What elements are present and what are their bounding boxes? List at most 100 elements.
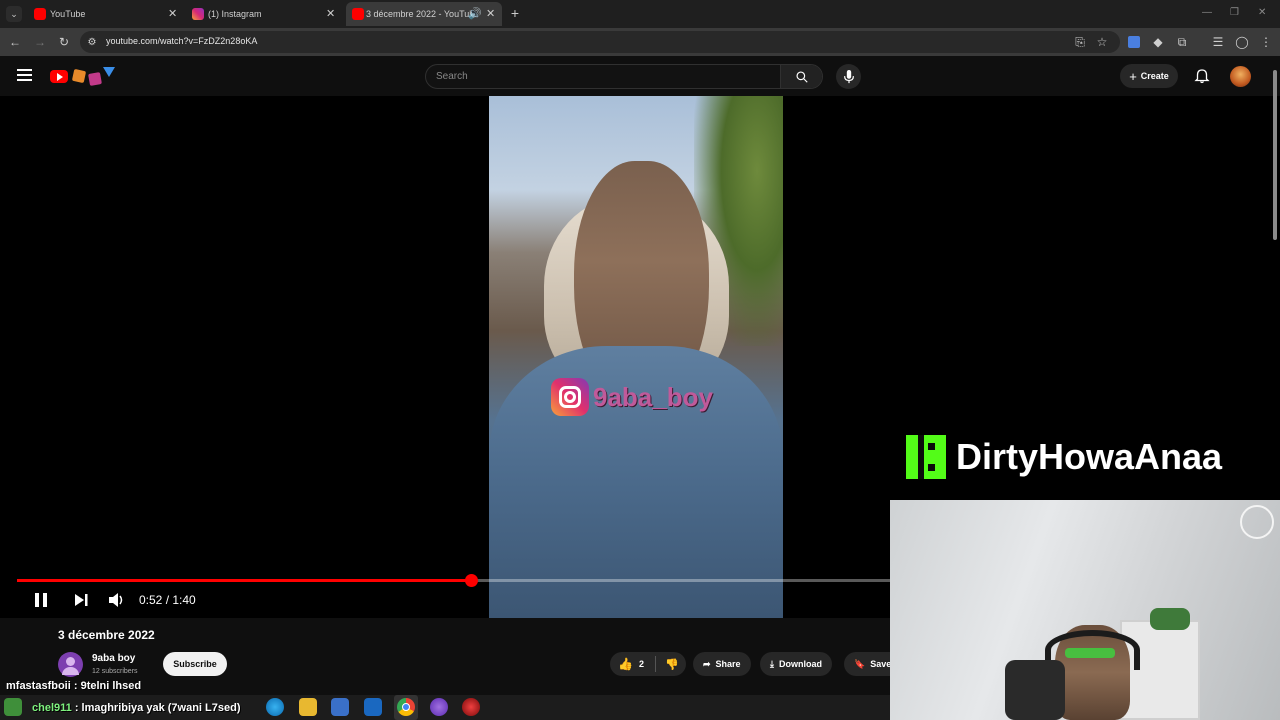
volume-button[interactable]: [108, 592, 126, 608]
app-icon[interactable]: [430, 698, 448, 716]
progress-played: [17, 579, 471, 582]
url-text: youtube.com/watch?v=FzDZ2n28oKA: [106, 36, 258, 46]
thumbs-down-icon: 👎: [664, 658, 679, 671]
create-button[interactable]: + Create: [1120, 64, 1178, 88]
like-count: 2: [638, 659, 644, 669]
webcam-feed: [890, 500, 1280, 720]
extension-icon[interactable]: ◆: [1150, 34, 1166, 50]
tab-title: 3 décembre 2022 - YouTub: [366, 9, 475, 19]
chat-message: mfastasfboii : 9telni lhsed: [6, 680, 141, 692]
maximize-icon[interactable]: ❐: [1230, 7, 1239, 18]
profile-icon[interactable]: ◯: [1234, 34, 1250, 50]
reading-list-icon[interactable]: ☰: [1210, 34, 1226, 50]
outlook-icon[interactable]: [364, 698, 382, 716]
address-bar[interactable]: ⚙ youtube.com/watch?v=FzDZ2n28oKA ⎘ ☆: [80, 31, 1120, 53]
subscriber-count: 12 subscribers: [92, 668, 138, 675]
watermark-handle: 9aba_boy: [593, 381, 713, 412]
save-label: Save: [870, 659, 890, 669]
voice-search-button[interactable]: [836, 64, 861, 89]
tab-search-dropdown[interactable]: ⌄: [6, 6, 22, 22]
share-icon: ➦: [703, 658, 711, 669]
subscribe-button[interactable]: Subscribe: [163, 652, 227, 676]
close-window-icon[interactable]: ✕: [1258, 7, 1266, 18]
share-button[interactable]: ➦ Share: [693, 652, 751, 676]
create-label: Create: [1140, 71, 1169, 81]
streamer-name: DirtyHowaAnaa: [956, 436, 1223, 477]
next-video-button[interactable]: [73, 592, 89, 608]
browser-toolbar: ← → ↻ ⚙ youtube.com/watch?v=FzDZ2n28oKA …: [0, 28, 1280, 56]
start-icon[interactable]: [4, 698, 22, 716]
tab-audio-icon[interactable]: 🔊: [468, 7, 482, 20]
channel-avatar[interactable]: [58, 652, 83, 677]
browser-tab-strip: ⌄ YouTube ✕ (1) Instagram ✕ 3 décembre 2…: [0, 0, 1280, 28]
gaming-chair: [1005, 660, 1065, 720]
search-icon: [795, 70, 808, 83]
chat-text: : lmaghribiya yak (7wani L7sed): [71, 702, 241, 714]
close-tab-icon[interactable]: ✕: [326, 7, 335, 20]
forward-icon[interactable]: →: [32, 34, 48, 50]
store-icon[interactable]: [331, 698, 349, 716]
microphone-icon: [843, 69, 854, 83]
tab-instagram[interactable]: (1) Instagram ✕: [192, 2, 338, 26]
edge-icon[interactable]: [266, 698, 284, 716]
pause-button[interactable]: [33, 592, 49, 608]
close-tab-icon[interactable]: ✕: [168, 7, 177, 20]
youtube-favicon-icon: [34, 8, 46, 20]
tab-youtube[interactable]: YouTube ✕: [34, 2, 180, 26]
chrome-taskbar-active[interactable]: [394, 695, 418, 720]
download-label: Download: [778, 659, 822, 669]
ceiling-light: [1240, 505, 1274, 539]
site-info-icon[interactable]: ⚙: [84, 34, 100, 50]
hamburger-menu-icon[interactable]: [17, 69, 32, 81]
page-scrollbar[interactable]: [1272, 60, 1278, 260]
chat-message: chel911 : lmaghribiya yak (7wani L7sed): [32, 702, 241, 714]
youtube-logo[interactable]: [49, 67, 115, 86]
scrollbar-thumb[interactable]: [1273, 70, 1277, 240]
like-dislike-group: 👍 2 👎: [610, 652, 686, 676]
share-label: Share: [715, 659, 741, 669]
video-player[interactable]: 9aba_boy 0:52 / 1:40: [0, 96, 890, 618]
download-icon: ⤓: [770, 658, 774, 669]
progress-bar[interactable]: [17, 574, 890, 587]
thumbs-up-icon: 👍: [618, 657, 633, 671]
search-box[interactable]: Search: [425, 64, 823, 89]
new-tab-button[interactable]: +: [506, 4, 524, 22]
obs-icon[interactable]: [462, 698, 480, 716]
translate-extension-icon[interactable]: [1126, 34, 1142, 50]
youtube-header: Search + Create: [0, 56, 1280, 96]
streamer-brand-overlay: DirtyHowaAnaa: [906, 432, 1266, 482]
install-app-icon[interactable]: ⎘: [1072, 34, 1088, 50]
back-icon[interactable]: ←: [7, 34, 23, 50]
reload-icon[interactable]: ↻: [56, 34, 72, 50]
minimize-icon[interactable]: —: [1202, 7, 1212, 18]
volume-icon: [109, 593, 123, 607]
like-button[interactable]: 👍 2: [618, 657, 644, 671]
instagram-favicon-icon: [192, 8, 204, 20]
instagram-watermark: 9aba_boy: [551, 378, 713, 416]
tab-current-video[interactable]: 3 décembre 2022 - YouTub 🔊 ✕: [346, 2, 502, 26]
instagram-icon: [551, 378, 589, 416]
video-frame: 9aba_boy: [489, 96, 783, 618]
save-button[interactable]: 🔖 Save: [844, 652, 890, 676]
bookmark-icon: 🔖: [854, 658, 866, 669]
dislike-button[interactable]: 👎: [665, 658, 679, 671]
account-avatar[interactable]: [1230, 66, 1251, 87]
tab-title: (1) Instagram: [208, 9, 262, 19]
tab-title: YouTube: [50, 9, 86, 19]
chat-username: mfastasfboii: [6, 680, 71, 692]
file-explorer-icon[interactable]: [299, 698, 317, 716]
search-input[interactable]: Search: [436, 71, 468, 82]
progress-scrubber[interactable]: [464, 574, 478, 587]
download-button[interactable]: ⤓ Download: [760, 652, 832, 676]
shelf: [1120, 620, 1200, 720]
channel-name[interactable]: 9aba boy: [92, 653, 135, 664]
bookmark-star-icon[interactable]: ☆: [1094, 34, 1110, 50]
kick-logo-icon: [906, 435, 946, 479]
search-button[interactable]: [780, 65, 822, 88]
extensions-puzzle-icon[interactable]: ⧉: [1174, 34, 1190, 50]
chat-username: chel911: [32, 702, 72, 714]
close-tab-icon[interactable]: ✕: [486, 7, 495, 20]
chrome-menu-icon[interactable]: ⋮: [1258, 34, 1274, 50]
youtube-favicon-icon: [352, 8, 364, 20]
notifications-bell-icon[interactable]: [1194, 68, 1210, 84]
